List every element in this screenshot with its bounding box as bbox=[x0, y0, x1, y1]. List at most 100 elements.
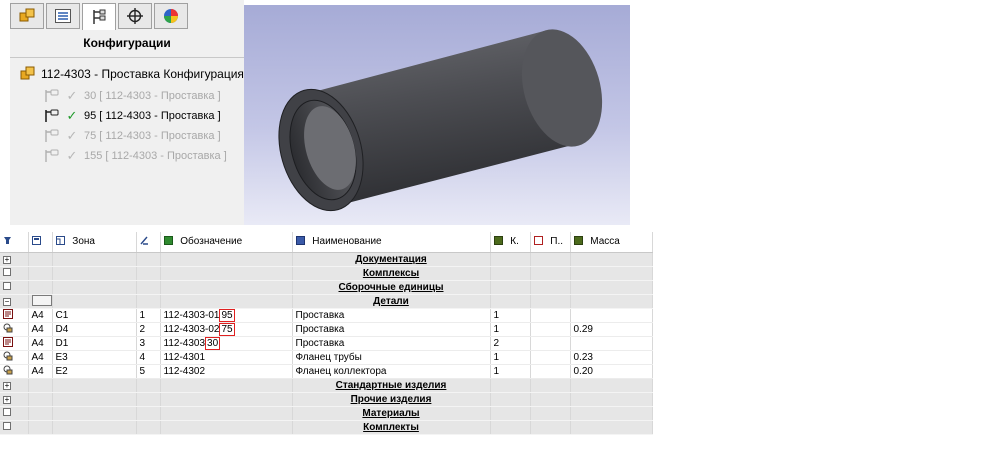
configuration-item[interactable]: ✓ 75 [ 112-4303 - Проставка ] bbox=[44, 128, 221, 144]
empty-section-icon[interactable] bbox=[3, 407, 11, 416]
format-column-icon bbox=[31, 236, 41, 246]
table-row[interactable]: A4 E2 5 112-4302 Фланец коллектора 1 0.2… bbox=[0, 364, 653, 379]
part-model-icon bbox=[3, 351, 13, 360]
selected-cell[interactable] bbox=[31, 295, 51, 307]
cell-note bbox=[530, 322, 571, 337]
tab-feature-tree[interactable] bbox=[10, 3, 44, 29]
section-row-documentation[interactable]: + Документация bbox=[0, 252, 653, 267]
cell-name: Проставка bbox=[292, 336, 491, 351]
part-drawing-icon bbox=[3, 336, 13, 347]
cell-name: Фланец коллектора bbox=[292, 364, 491, 379]
cell-zone: E2 bbox=[52, 364, 137, 379]
cell-quantity: 1 bbox=[490, 364, 531, 379]
table-row[interactable]: A4 C1 1 112-4303-01 95 Проставка 1 bbox=[0, 308, 653, 323]
configuration-item[interactable]: ✓ 155 [ 112-4303 - Проставка ] bbox=[44, 148, 227, 164]
cell-mass: 0.23 bbox=[570, 350, 653, 365]
empty-section-icon[interactable] bbox=[3, 281, 11, 290]
expand-icon[interactable]: + bbox=[3, 395, 11, 404]
cell-designation: 112-4303 30 bbox=[160, 336, 293, 351]
column-header-note[interactable]: П.. bbox=[530, 232, 571, 253]
cell-zone: E3 bbox=[52, 350, 137, 365]
configuration-item[interactable]: ✓ 30 [ 112-4303 - Проставка ] bbox=[44, 88, 221, 104]
column-header-mass[interactable]: Масса bbox=[570, 232, 653, 253]
cell-note bbox=[530, 308, 571, 323]
column-header-designation[interactable]: Обозначение bbox=[160, 232, 293, 253]
cell-format: A4 bbox=[28, 322, 53, 337]
pipe-spacer-model bbox=[278, 29, 603, 212]
cell-name: Фланец трубы bbox=[292, 350, 491, 365]
section-title: Прочие изделия bbox=[292, 392, 491, 407]
expand-icon[interactable]: + bbox=[3, 255, 11, 264]
cell-designation: 112-4303-01 95 bbox=[160, 308, 293, 323]
cell-format: A4 bbox=[28, 308, 53, 323]
table-row[interactable]: A4 D1 3 112-4303 30 Проставка 2 bbox=[0, 336, 653, 351]
section-row-standard-products[interactable]: + Стандартные изделия bbox=[0, 378, 653, 393]
column-label-designation: Обозначение bbox=[180, 236, 243, 248]
cell-format: A4 bbox=[28, 364, 53, 379]
assembly-icon bbox=[20, 66, 35, 80]
tab-property-manager[interactable] bbox=[46, 3, 80, 29]
column-label-zone: Зона bbox=[72, 236, 95, 248]
column-header-position[interactable] bbox=[136, 232, 161, 253]
designation-suffix-highlight: 30 bbox=[205, 336, 221, 349]
configuration-icon bbox=[45, 149, 59, 162]
designation-base: 112-4303 bbox=[163, 337, 206, 349]
note-column-icon bbox=[533, 236, 543, 246]
table-row[interactable]: A4 D4 2 112-4303-02 75 Проставка 1 0.29 bbox=[0, 322, 653, 337]
configuration-item-label: 30 [ 112-4303 - Проставка ] bbox=[84, 90, 221, 102]
configuration-icon bbox=[45, 109, 59, 122]
position-column-icon bbox=[139, 236, 148, 245]
section-row-parts[interactable]: − Детали bbox=[0, 294, 653, 309]
section-title: Комплексы bbox=[292, 266, 491, 281]
cell-format: A4 bbox=[28, 336, 53, 351]
configuration-item-active[interactable]: ✓ 95 [ 112-4303 - Проставка ] bbox=[44, 108, 221, 124]
section-title: Детали bbox=[292, 294, 491, 309]
checkmark-icon: ✓ bbox=[66, 128, 78, 143]
configuration-icon bbox=[45, 89, 59, 102]
section-row-materials[interactable]: Материалы bbox=[0, 406, 653, 421]
cell-format: A4 bbox=[28, 350, 53, 365]
column-header-format[interactable] bbox=[28, 232, 53, 253]
configuration-tree-root[interactable]: 112-4303 - Проставка Конфигурация(и) bbox=[20, 66, 259, 82]
column-header-type[interactable] bbox=[0, 232, 29, 253]
checkmark-icon: ✓ bbox=[66, 148, 78, 163]
section-row-kits[interactable]: Комплекты bbox=[0, 420, 653, 435]
column-label-note: П.. bbox=[550, 236, 564, 248]
column-header-name[interactable]: Наименование bbox=[292, 232, 491, 253]
checkmark-icon: ✓ bbox=[66, 88, 78, 103]
configuration-tree-root-label: 112-4303 - Проставка Конфигурация(и) bbox=[41, 67, 259, 81]
cell-note bbox=[530, 364, 571, 379]
cell-mass bbox=[570, 308, 653, 323]
column-label-quantity: К. bbox=[510, 236, 519, 248]
expand-icon[interactable]: + bbox=[3, 381, 11, 390]
cell-zone: D4 bbox=[52, 322, 137, 337]
panel-tab-strip bbox=[10, 0, 244, 30]
column-header-quantity[interactable]: К. bbox=[490, 232, 531, 253]
tab-dimxpert[interactable] bbox=[118, 3, 152, 29]
column-label-name: Наименование bbox=[312, 236, 382, 248]
section-row-complexes[interactable]: Комплексы bbox=[0, 266, 653, 281]
section-title: Материалы bbox=[292, 406, 491, 421]
cell-zone: D1 bbox=[52, 336, 137, 351]
cell-quantity: 2 bbox=[490, 336, 531, 351]
empty-section-icon[interactable] bbox=[3, 421, 11, 430]
cell-mass bbox=[570, 336, 653, 351]
model-viewport[interactable] bbox=[244, 5, 630, 225]
section-title: Комплекты bbox=[292, 420, 491, 435]
cell-designation: 112-4303-02 75 bbox=[160, 322, 293, 337]
tab-configuration-manager[interactable] bbox=[82, 3, 116, 30]
designation-base: 112-4303-02 bbox=[163, 323, 220, 335]
table-row[interactable]: A4 E3 4 112-4301 Фланец трубы 1 0.23 bbox=[0, 350, 653, 365]
cell-zone: C1 bbox=[52, 308, 137, 323]
tab-display-manager[interactable] bbox=[154, 3, 188, 29]
collapse-icon[interactable]: − bbox=[3, 297, 11, 306]
empty-section-icon[interactable] bbox=[3, 267, 11, 276]
assembly-icon bbox=[19, 8, 35, 22]
part-model-icon bbox=[3, 365, 13, 374]
configuration-panel: Конфигурации 112-4303 - Проставка Конфиг… bbox=[10, 0, 259, 225]
mass-column-icon bbox=[573, 236, 583, 246]
column-header-zone[interactable]: Зона bbox=[52, 232, 137, 253]
display-manager-icon bbox=[164, 9, 178, 23]
section-row-other-products[interactable]: + Прочие изделия bbox=[0, 392, 653, 407]
section-row-assembly-units[interactable]: Сборочные единицы bbox=[0, 280, 653, 295]
